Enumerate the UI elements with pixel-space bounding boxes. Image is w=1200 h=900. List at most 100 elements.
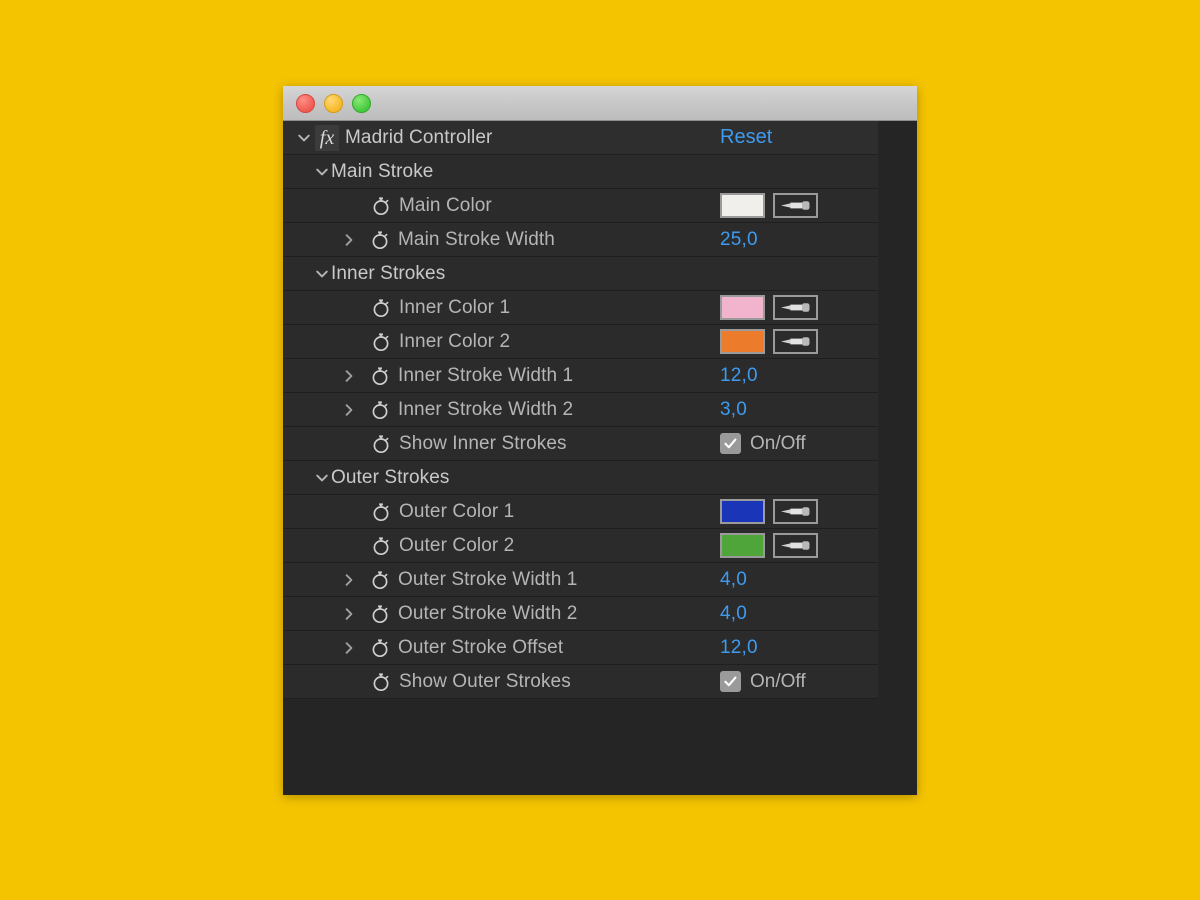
property-row[interactable]: Outer Stroke Width 14,0 — [283, 563, 878, 597]
property-row[interactable]: Inner Color 1 — [283, 291, 878, 325]
property-label: Inner Stroke Width 1 — [398, 365, 573, 387]
group-header-row[interactable]: Outer Strokes — [283, 461, 878, 495]
stopwatch-icon[interactable] — [370, 433, 392, 455]
group-header-row[interactable]: Main Stroke — [283, 155, 878, 189]
group-name: Inner Strokes — [331, 263, 445, 285]
property-value: 4,0 — [720, 597, 747, 630]
stopwatch-icon[interactable] — [369, 365, 391, 387]
property-row[interactable]: Show Outer Strokes On/Off — [283, 665, 878, 699]
property-value: On/Off — [720, 427, 806, 460]
group-name: Outer Strokes — [331, 467, 450, 489]
property-value: 4,0 — [720, 563, 747, 596]
chevron-right-icon[interactable] — [340, 367, 358, 385]
property-row[interactable]: Outer Color 2 — [283, 529, 878, 563]
checkbox[interactable] — [720, 433, 741, 454]
panel-scrollbar[interactable] — [878, 121, 917, 795]
property-label: Outer Stroke Width 2 — [398, 603, 577, 625]
property-label: Outer Color 2 — [399, 535, 514, 557]
stopwatch-icon[interactable] — [370, 535, 392, 557]
stopwatch-icon[interactable] — [369, 229, 391, 251]
stopwatch-icon[interactable] — [369, 637, 391, 659]
stopwatch-icon[interactable] — [370, 331, 392, 353]
property-label: Main Color — [399, 195, 492, 217]
checkbox[interactable] — [720, 671, 741, 692]
property-row[interactable]: Outer Stroke Width 2 4,0 — [283, 597, 878, 631]
color-swatch[interactable] — [720, 499, 765, 524]
window-titlebar — [283, 86, 917, 121]
eyedropper-icon[interactable] — [773, 295, 818, 320]
effect-name: Madrid Controller — [345, 127, 492, 149]
chevron-right-icon[interactable] — [340, 401, 358, 419]
group-header-row[interactable]: Inner Strokes — [283, 257, 878, 291]
chevron-down-icon[interactable] — [313, 469, 331, 487]
property-row[interactable]: Show Inner Strokes On/Off — [283, 427, 878, 461]
fx-icon[interactable]: fx — [315, 125, 339, 151]
stopwatch-icon[interactable] — [370, 195, 392, 217]
reset-button[interactable]: Reset — [720, 126, 772, 149]
stopwatch-icon[interactable] — [370, 297, 392, 319]
checkbox-label: On/Off — [750, 433, 806, 455]
property-value — [720, 189, 818, 222]
property-value: 25,0 — [720, 223, 758, 256]
property-value — [720, 325, 818, 358]
property-label: Show Inner Strokes — [399, 433, 567, 455]
property-value: 3,0 — [720, 393, 747, 426]
chevron-right-icon[interactable] — [340, 639, 358, 657]
numeric-value[interactable]: 12,0 — [720, 637, 758, 659]
color-swatch[interactable] — [720, 193, 765, 218]
stopwatch-icon[interactable] — [369, 603, 391, 625]
color-swatch[interactable] — [720, 329, 765, 354]
property-value: 12,0 — [720, 631, 758, 664]
color-swatch[interactable] — [720, 295, 765, 320]
property-row[interactable]: Main Stroke Width 25,0 — [283, 223, 878, 257]
property-row[interactable]: Inner Stroke Width 1 12,0 — [283, 359, 878, 393]
chevron-right-icon[interactable] — [340, 571, 358, 589]
numeric-value[interactable]: 4,0 — [720, 603, 747, 625]
checkbox-label: On/Off — [750, 671, 806, 693]
property-row[interactable]: Outer Stroke Offset 12,0 — [283, 631, 878, 665]
eyedropper-icon[interactable] — [773, 329, 818, 354]
numeric-value[interactable]: 4,0 — [720, 569, 747, 591]
property-label: Inner Color 2 — [399, 331, 510, 353]
close-button[interactable] — [296, 94, 315, 113]
stopwatch-icon[interactable] — [370, 671, 392, 693]
property-row[interactable]: Inner Stroke Width 23,0 — [283, 393, 878, 427]
fx-icon-label: fx — [320, 128, 334, 148]
color-swatch[interactable] — [720, 533, 765, 558]
property-row[interactable]: Outer Color 1 — [283, 495, 878, 529]
eyedropper-icon[interactable] — [773, 193, 818, 218]
numeric-value[interactable]: 3,0 — [720, 399, 747, 421]
chevron-down-icon[interactable] — [313, 163, 331, 181]
property-value: 12,0 — [720, 359, 758, 392]
effect-controls-panel: fx Madrid Controller Reset Main Stroke Main … — [283, 121, 917, 795]
property-label: Main Stroke Width — [398, 229, 555, 251]
property-label: Inner Color 1 — [399, 297, 510, 319]
property-value — [720, 291, 818, 324]
chevron-down-icon[interactable] — [313, 265, 331, 283]
property-value: On/Off — [720, 665, 806, 698]
property-row[interactable]: Main Color — [283, 189, 878, 223]
chevron-right-icon[interactable] — [340, 231, 358, 249]
chevron-right-icon[interactable] — [340, 605, 358, 623]
chevron-down-icon[interactable] — [295, 129, 313, 147]
property-value: Reset — [720, 121, 772, 154]
stopwatch-icon[interactable] — [369, 569, 391, 591]
minimize-button[interactable] — [324, 94, 343, 113]
property-label: Outer Stroke Offset — [398, 637, 563, 659]
property-value — [720, 495, 818, 528]
numeric-value[interactable]: 12,0 — [720, 365, 758, 387]
numeric-value[interactable]: 25,0 — [720, 229, 758, 251]
property-label: Show Outer Strokes — [399, 671, 571, 693]
effect-header-row[interactable]: fx Madrid Controller Reset — [283, 121, 878, 155]
stopwatch-icon[interactable] — [370, 501, 392, 523]
eyedropper-icon[interactable] — [773, 533, 818, 558]
effect-controls-window: fx Madrid Controller Reset Main Stroke Main … — [283, 86, 917, 795]
property-row[interactable]: Inner Color 2 — [283, 325, 878, 359]
property-rows: fx Madrid Controller Reset Main Stroke Main … — [283, 121, 878, 699]
stopwatch-icon[interactable] — [369, 399, 391, 421]
eyedropper-icon[interactable] — [773, 499, 818, 524]
group-name: Main Stroke — [331, 161, 433, 183]
property-label: Outer Color 1 — [399, 501, 514, 523]
property-value — [720, 529, 818, 562]
zoom-button[interactable] — [352, 94, 371, 113]
